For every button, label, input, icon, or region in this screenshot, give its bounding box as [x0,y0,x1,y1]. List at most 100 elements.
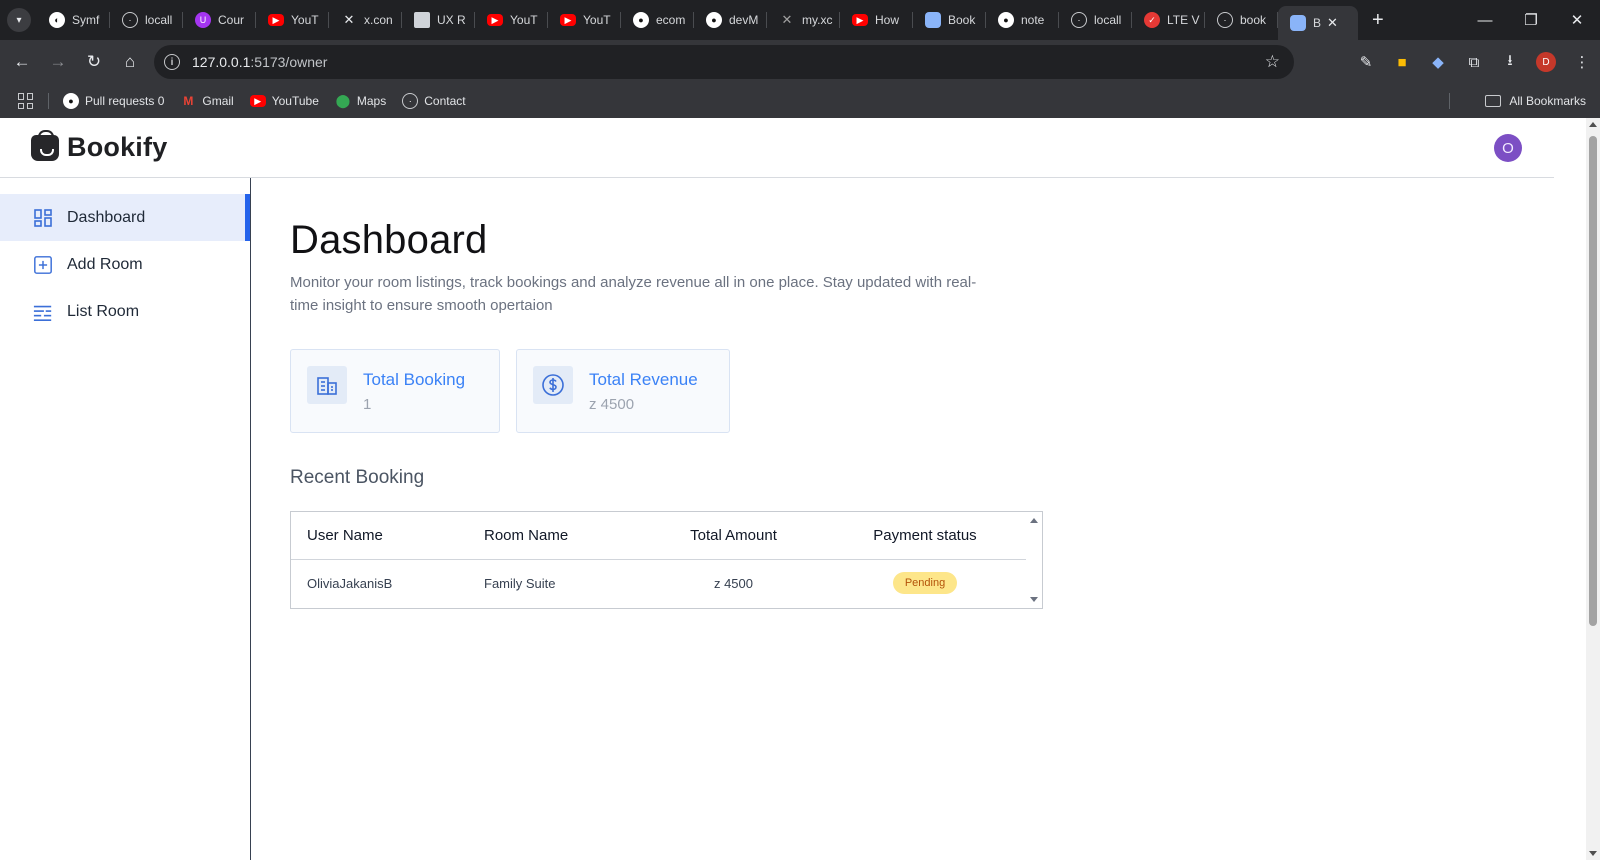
browser-tab[interactable]: ▶ YouT [548,0,621,40]
bookmark-label: Contact [424,94,466,108]
restore-icon[interactable]: ❐ [1508,0,1554,40]
browser-tab[interactable]: ◐ Symf [37,0,110,40]
tab-label: x.con [364,13,393,27]
bookmark-item[interactable]: ● Pull requests 0 [63,93,164,109]
download-icon[interactable]: ⭳ [1492,44,1528,80]
column-header-room-name: Room Name [468,512,644,560]
browser-tab[interactable]: ● ecom [621,0,694,40]
column-header-total-amount: Total Amount [644,512,823,560]
cell-room-name: Family Suite [484,575,556,591]
browser-tab[interactable]: ✓ LTE V [1132,0,1205,40]
bookmark-label: Gmail [202,94,234,108]
bookmark-label: Maps [356,94,387,108]
browser-tab[interactable]: · locall [110,0,183,40]
tab-label: book [1240,13,1267,27]
bookmarks-bar: ● Pull requests 0 M Gmail ▶ YouTube ⬤ Maps ·… [0,84,1600,118]
scroll-down-arrow-icon[interactable] [1030,597,1038,602]
bookmark-item[interactable]: · Contact [402,93,466,109]
browser-tab[interactable]: ▶ YouT [256,0,329,40]
shield-extension-icon[interactable]: ◆ [1420,44,1456,80]
card-title: Total Booking [363,370,466,389]
browser-tab[interactable]: ▶ YouT [475,0,548,40]
tab-label: LTE V [1167,13,1200,27]
maps-icon: ⬤ [335,93,351,108]
browser-tab[interactable]: · book [1205,0,1278,40]
symfony-icon: ◐ [49,12,65,28]
profile-avatar[interactable]: D [1536,52,1556,72]
main-content: Dashboard Monitor your room listings, tr… [290,178,1490,609]
tab-label: ecom [656,13,686,27]
extensions-puzzle-icon[interactable]: ⧉ [1456,44,1492,80]
tab-label: YouT [510,13,538,27]
list-icon [33,302,53,322]
home-icon[interactable]: ⌂ [112,44,148,80]
browser-tab-active[interactable]: B ✕ [1278,6,1358,40]
tab-search-button[interactable]: ▾ [7,8,31,32]
extensions-area: ✎ ■ ◆ ⧉ ⭳ D ⋮ [1348,40,1600,84]
all-bookmarks-button[interactable]: All Bookmarks [1485,94,1586,108]
browser-tab[interactable]: UX R [402,0,475,40]
page-description: Monitor your room listings, track bookin… [290,274,977,314]
bookmark-item[interactable]: M Gmail [180,93,233,109]
browser-tab[interactable]: ● note [986,0,1059,40]
folder-icon [1485,95,1502,107]
sidebar-item-list-room[interactable]: List Room [0,288,250,335]
card-title: Total Revenue [589,370,698,389]
recent-booking-table: User Name Room Name Total Amount Payment… [290,511,1043,609]
close-window-icon[interactable]: ✕ [1554,0,1600,40]
table-header-row: User Name Room Name Total Amount Payment… [291,512,1027,560]
tab-label: How [875,13,900,27]
browser-tab[interactable]: Book [913,0,986,40]
url-text[interactable]: 127.0.0.1:5173/owner [192,54,327,70]
building-icon [307,366,347,404]
tab-label: my.xc [802,13,833,27]
minimize-icon[interactable]: — [1462,0,1508,40]
scroll-up-arrow-icon[interactable] [1589,122,1597,127]
new-tab-icon[interactable]: + [1372,9,1384,32]
tab-label: note [1021,13,1045,27]
forward-icon[interactable]: → [40,44,76,80]
browser-tab[interactable]: · locall [1059,0,1132,40]
browser-tab[interactable]: ✕ x.con [329,0,402,40]
scroll-up-arrow-icon[interactable] [1030,518,1038,523]
browser-tab[interactable]: ● devM [694,0,767,40]
browser-tab[interactable]: ✕ my.xc [767,0,840,40]
tab-label: Book [948,13,976,27]
globe-icon: · [122,12,138,28]
scrollbar-thumb[interactable] [1589,136,1597,626]
sidebar-item-add-room[interactable]: Add Room [0,241,250,288]
site-info-icon[interactable]: i [164,54,180,70]
table-scrollbar[interactable] [1026,512,1042,608]
app-root: Bookify O Dashboard Add Room List Room D… [0,118,1554,860]
github-icon: ● [63,93,79,109]
bookmark-star-icon[interactable]: ☆ [1265,52,1280,72]
bookmark-item[interactable]: ▶ YouTube [249,94,319,108]
udemy-icon: U [195,12,211,28]
recent-booking-title: Recent Booking [290,467,425,488]
tab-label: locall [145,13,173,27]
eyedropper-extension-icon[interactable]: ✎ [1348,44,1384,80]
user-avatar[interactable]: O [1494,134,1522,162]
globe-icon: · [1217,12,1233,28]
total-booking-card: Total Booking 1 [290,349,500,433]
back-icon[interactable]: ← [4,44,40,80]
dollar-circle-icon [533,366,573,404]
close-tab-icon[interactable]: ✕ [1327,15,1338,31]
tab-label: Cour [218,13,245,27]
bookify-icon [1290,15,1306,31]
address-bar[interactable]: i 127.0.0.1:5173/owner ☆ [154,45,1294,79]
notes-extension-icon[interactable]: ■ [1384,44,1420,80]
sidebar-item-label: Add Room [67,255,143,273]
sidebar-item-dashboard[interactable]: Dashboard [0,194,250,241]
brand-logo[interactable]: Bookify [31,129,167,163]
github-icon: ● [998,12,1014,28]
page-scrollbar[interactable] [1586,118,1600,860]
bookmark-item[interactable]: ⬤ Maps [335,93,387,109]
browser-tab[interactable]: U Cour [183,0,256,40]
menu-kebab-icon[interactable]: ⋮ [1564,44,1600,80]
column-header-user-name: User Name [291,512,468,560]
reload-icon[interactable]: ↻ [76,44,112,80]
scroll-down-arrow-icon[interactable] [1589,851,1597,856]
apps-grid-icon[interactable] [18,93,34,109]
browser-tab[interactable]: ▶ How [840,0,913,40]
